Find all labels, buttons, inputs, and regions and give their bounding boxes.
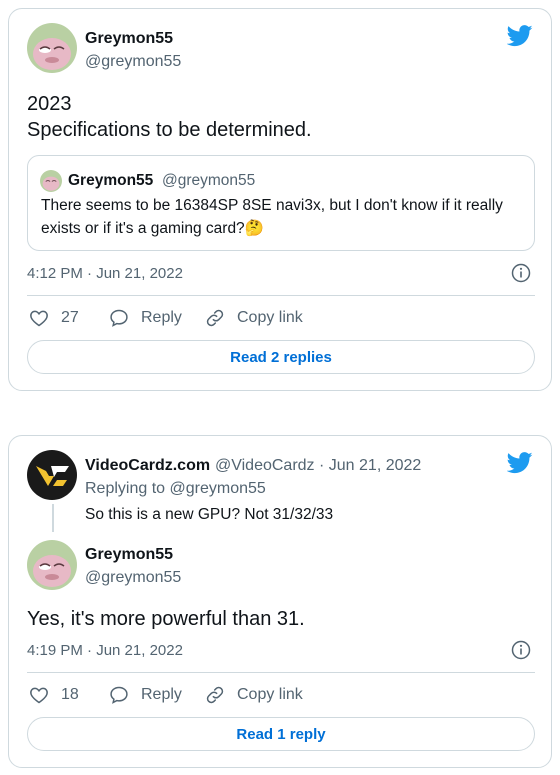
read-replies-button[interactable]: Read 2 replies xyxy=(27,340,535,374)
replying-to[interactable]: Replying to @greymon55 xyxy=(85,480,266,498)
parent-tweet-text: So this is a new GPU? Not 31/32/33 xyxy=(85,506,334,523)
author-handle[interactable]: @greymon55 xyxy=(85,569,181,587)
author-name[interactable]: Greymon55 xyxy=(85,30,173,48)
tweet-text-line2: Specifications to be determined. xyxy=(27,119,312,141)
parent-author-handle[interactable]: @VideoCardz · Jun 21, 2022 xyxy=(215,457,421,475)
copy-link-button[interactable]: Copy link xyxy=(205,308,303,328)
copy-link-label: Copy link xyxy=(237,309,303,326)
quote-author-name: Greymon55 xyxy=(68,172,154,189)
avatar-videocardz[interactable] xyxy=(27,450,77,500)
reply-button[interactable]: Reply xyxy=(109,308,182,328)
quote-author-handle: @greymon55 xyxy=(162,172,256,189)
reply-icon xyxy=(110,686,128,704)
author-handle[interactable]: @greymon55 xyxy=(85,53,181,71)
copy-link-button[interactable]: Copy link xyxy=(205,685,303,705)
avatar[interactable] xyxy=(27,23,77,73)
thread-connector xyxy=(52,504,54,532)
read-replies-button[interactable]: Read 1 reply xyxy=(27,717,535,751)
timestamp[interactable]: 4:19 PM · Jun 21, 2022 xyxy=(27,642,183,659)
author-name[interactable]: Greymon55 xyxy=(85,546,173,564)
link-icon xyxy=(206,309,224,327)
like-button[interactable]: 18 xyxy=(29,685,79,705)
reply-label: Reply xyxy=(141,309,182,326)
like-count: 27 xyxy=(61,309,79,326)
divider xyxy=(27,295,535,296)
tweet-text-line1: 2023 xyxy=(27,93,72,115)
reply-button[interactable]: Reply xyxy=(109,685,182,705)
tweet-card: Greymon55 @greymon55 2023 Specifications… xyxy=(8,8,552,391)
heart-icon xyxy=(30,310,48,327)
quoted-tweet[interactable]: Greymon55 @greymon55 There seems to be 1… xyxy=(27,155,535,251)
info-icon[interactable] xyxy=(511,640,531,660)
avatar[interactable] xyxy=(27,540,77,590)
reply-label: Reply xyxy=(141,686,182,703)
like-count: 18 xyxy=(61,686,79,703)
tweet-text: Yes, it's more powerful than 31. xyxy=(27,608,305,630)
tweet-card: VideoCardz.com @VideoCardz · Jun 21, 202… xyxy=(8,435,552,768)
timestamp[interactable]: 4:12 PM · Jun 21, 2022 xyxy=(27,265,183,282)
reply-icon xyxy=(110,309,128,327)
twitter-bird-icon[interactable] xyxy=(507,25,533,47)
info-icon[interactable] xyxy=(511,263,531,283)
twitter-bird-icon[interactable] xyxy=(507,452,533,474)
like-button[interactable]: 27 xyxy=(29,308,79,328)
quote-text: There seems to be 16384SP 8SE navi3x, bu… xyxy=(41,197,503,237)
quote-avatar xyxy=(40,170,62,192)
parent-author-name[interactable]: VideoCardz.com xyxy=(85,457,210,475)
link-icon xyxy=(206,686,224,704)
copy-link-label: Copy link xyxy=(237,686,303,703)
heart-icon xyxy=(30,687,48,704)
divider xyxy=(27,672,535,673)
